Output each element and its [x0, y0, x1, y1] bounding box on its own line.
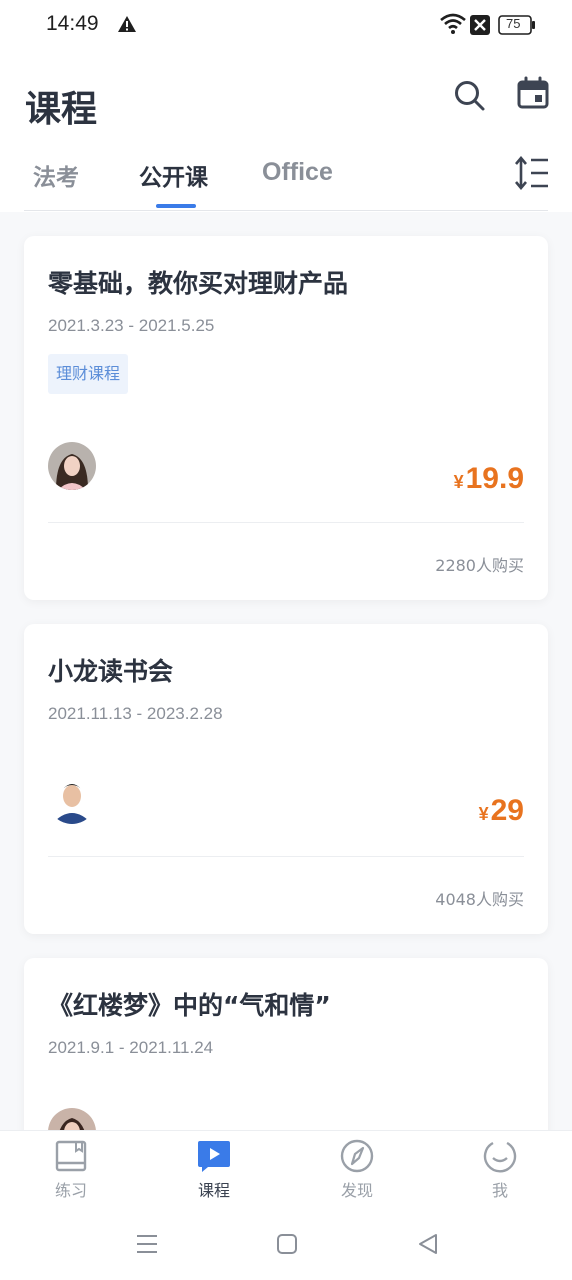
buyers-count: 4048人购买 [435, 890, 524, 909]
tab-office[interactable]: Office [262, 158, 333, 187]
sort-button[interactable] [514, 155, 550, 191]
bottom-nav: 练习 课程 发现 我 [0, 1130, 572, 1211]
home-icon[interactable] [276, 1232, 298, 1256]
back-icon[interactable] [416, 1232, 440, 1256]
warning-icon [118, 16, 136, 32]
course-tag: 理财课程 [48, 354, 129, 394]
wifi-icon [440, 13, 466, 34]
course-title: 小龙读书会 [48, 657, 174, 686]
battery-level: 75 [506, 16, 521, 31]
status-time: 14:49 [46, 12, 99, 35]
nav-courses[interactable]: 课程 [174, 1139, 254, 1205]
teacher-avatar [48, 442, 96, 490]
header: 课程 法考 公开课 Office [0, 52, 572, 212]
course-title: 零基础，教你买对理财产品 [48, 269, 349, 298]
course-card[interactable]: 零基础，教你买对理财产品 2021.3.23 - 2021.5.25 理财课程 … [24, 236, 548, 600]
course-title: 《红楼梦》中的“气和情” [48, 991, 331, 1020]
active-tab-indicator [156, 204, 196, 208]
course-date: 2021.9.1 - 2021.11.24 [48, 1038, 214, 1057]
course-price: ¥29 [479, 794, 524, 828]
tab-gongkaike[interactable]: 公开课 [139, 158, 208, 192]
course-date: 2021.11.13 - 2023.2.28 [48, 704, 223, 723]
course-price: ¥19.9 [454, 462, 524, 496]
card-divider [48, 856, 524, 857]
teacher-avatar [48, 776, 96, 824]
nav-practice[interactable]: 练习 [31, 1139, 111, 1205]
book-icon [55, 1140, 87, 1172]
nav-label: 练习 [54, 1181, 87, 1200]
calendar-icon [517, 76, 549, 109]
play-icon [198, 1141, 230, 1172]
sort-icon [515, 155, 548, 191]
course-date: 2021.3.23 - 2021.5.25 [48, 316, 215, 335]
price-amount: 29 [490, 794, 524, 827]
tab-fakao[interactable]: 法考 [33, 158, 79, 192]
currency-symbol: ¥ [478, 804, 489, 824]
menu-icon[interactable] [135, 1232, 159, 1256]
status-bar: 14:49 75 [0, 0, 572, 52]
nav-label: 课程 [197, 1181, 230, 1200]
nav-label: 我 [491, 1181, 508, 1200]
buyers-count: 2280人购买 [435, 556, 524, 575]
nav-me[interactable]: 我 [460, 1139, 540, 1205]
header-divider [24, 210, 548, 211]
smile-icon [483, 1141, 517, 1173]
currency-symbol: ¥ [453, 472, 464, 492]
search-button[interactable] [452, 78, 486, 112]
compass-icon [340, 1139, 374, 1173]
nav-discover[interactable]: 发现 [317, 1139, 397, 1205]
system-nav-bar [0, 1210, 572, 1280]
calendar-button[interactable] [516, 76, 550, 110]
page-title: 课程 [25, 89, 98, 130]
search-icon [455, 81, 485, 111]
notification-x-icon [470, 15, 490, 35]
course-card[interactable]: 小龙读书会 2021.11.13 - 2023.2.28 ¥29 4048人购买 [24, 624, 548, 934]
card-divider [48, 522, 524, 523]
price-amount: 19.9 [465, 462, 524, 495]
nav-label: 发现 [340, 1181, 373, 1200]
tab-bar: 法考 公开课 Office [0, 152, 572, 210]
